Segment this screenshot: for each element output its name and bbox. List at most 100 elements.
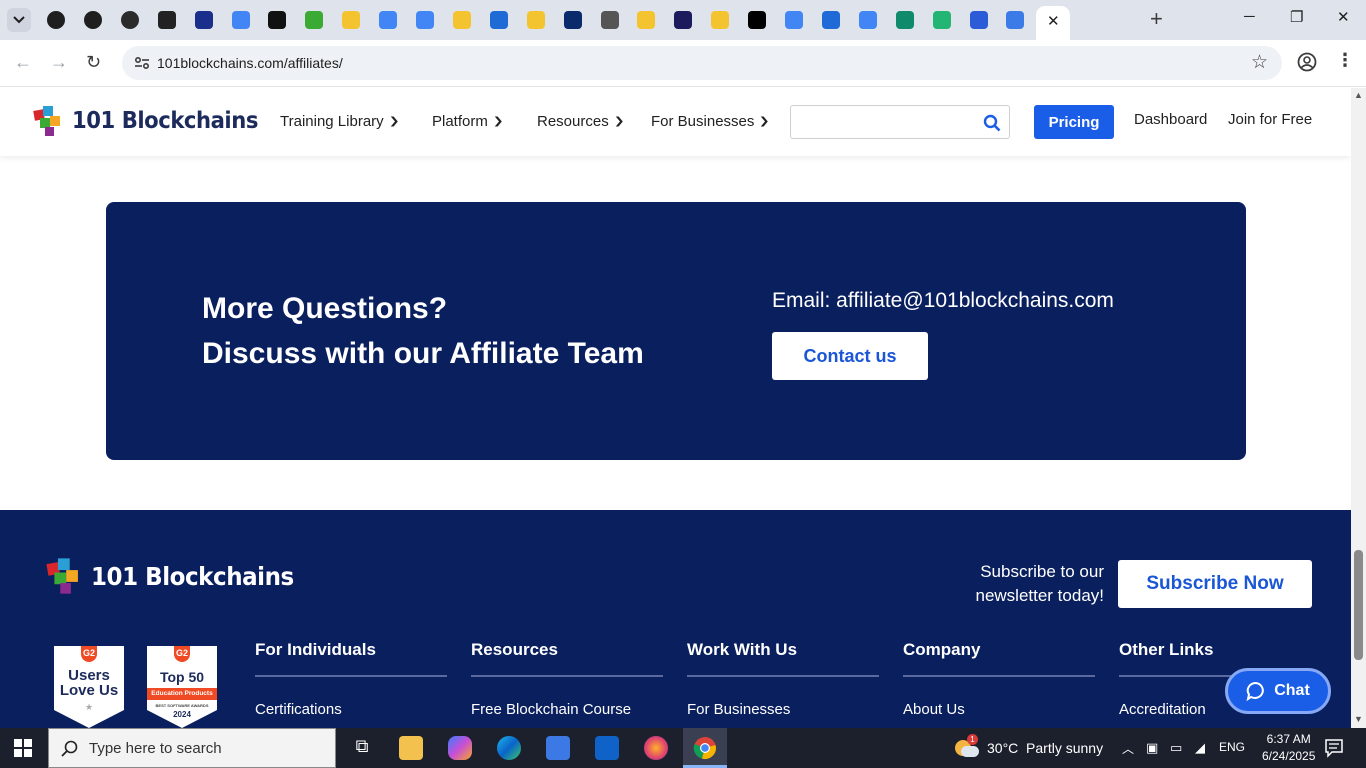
- footer-link[interactable]: Certifications: [255, 701, 447, 718]
- site-search-input[interactable]: [790, 105, 1010, 139]
- tab-favicon[interactable]: [932, 11, 951, 29]
- profile-icon[interactable]: [1297, 52, 1317, 72]
- contact-us-button[interactable]: Contact us: [772, 332, 928, 380]
- join-free-link[interactable]: Join for Free: [1228, 111, 1312, 128]
- scroll-up-icon[interactable]: ▲: [1354, 90, 1363, 100]
- restore-button[interactable]: ❐: [1290, 8, 1303, 26]
- nav-label: Resources: [537, 113, 609, 130]
- scroll-thumb[interactable]: [1354, 550, 1363, 660]
- language-indicator[interactable]: ENG: [1219, 740, 1245, 754]
- close-tab-icon[interactable]: ✕: [1047, 12, 1060, 30]
- footer-col-heading: Work With Us: [687, 640, 879, 677]
- subscribe-now-button[interactable]: Subscribe Now: [1118, 560, 1312, 608]
- tab-favicon[interactable]: [489, 11, 508, 29]
- tab-favicon[interactable]: [231, 11, 250, 29]
- active-tab[interactable]: ✕: [1036, 6, 1070, 40]
- nav-resources[interactable]: Resources ❯: [537, 113, 624, 130]
- tab-favicon[interactable]: [895, 11, 914, 29]
- affiliate-email[interactable]: Email: affiliate@101blockchains.com: [772, 289, 1114, 313]
- url-text[interactable]: 101blockchains.com/affiliates/: [157, 55, 343, 71]
- tab-favicon[interactable]: [785, 11, 803, 29]
- site-logo[interactable]: 101 Blockchains: [32, 104, 274, 138]
- tab-favicon[interactable]: [416, 11, 434, 29]
- task-view-icon[interactable]: ⧉: [350, 736, 374, 760]
- copilot-icon[interactable]: [448, 736, 472, 760]
- reload-button[interactable]: ↻: [86, 52, 101, 73]
- tab-favicon[interactable]: [305, 11, 324, 29]
- footer-link[interactable]: About Us: [903, 701, 1095, 718]
- battery-icon[interactable]: ▭: [1170, 740, 1182, 756]
- badge-ribbon: Education Products: [147, 688, 217, 700]
- tab-favicon[interactable]: [83, 11, 102, 29]
- nav-platform[interactable]: Platform ❯: [432, 113, 504, 130]
- address-bar[interactable]: 101blockchains.com/affiliates/ ☆: [122, 46, 1282, 80]
- tab-favicon[interactable]: [452, 11, 471, 29]
- tab-search-button[interactable]: [7, 8, 31, 32]
- tab-favicon[interactable]: [342, 11, 361, 29]
- system-clock[interactable]: 6:37 AM 6/24/2025: [1262, 731, 1315, 765]
- tab-favicon[interactable]: [526, 11, 545, 29]
- tab-favicon[interactable]: [47, 11, 65, 29]
- chat-bubble-icon: [1246, 681, 1265, 701]
- page-viewport: 101 Blockchains Training Library ❯ Platfo…: [0, 88, 1351, 728]
- clock-date: 6/24/2025: [1262, 749, 1316, 763]
- outlook-icon[interactable]: [595, 736, 619, 760]
- show-hidden-icons[interactable]: ︿: [1122, 740, 1134, 757]
- chat-label: Chat: [1274, 682, 1310, 699]
- tab-favicon[interactable]: [120, 11, 139, 29]
- tab-favicon[interactable]: [821, 11, 840, 29]
- g2-logo: G2: [174, 646, 190, 662]
- tab-favicon[interactable]: [969, 11, 988, 29]
- pricing-button[interactable]: Pricing: [1034, 105, 1114, 139]
- site-footer: 101 Blockchains Subscribe to our newslet…: [0, 510, 1351, 728]
- tab-favicon[interactable]: [157, 11, 176, 29]
- tab-favicon[interactable]: [379, 11, 398, 29]
- forward-button[interactable]: →: [50, 52, 68, 73]
- weather-alert-badge: 1: [967, 734, 978, 745]
- tab-favicon[interactable]: [600, 11, 619, 29]
- file-explorer-icon[interactable]: [399, 736, 423, 760]
- g2-logo: G2: [81, 646, 97, 662]
- meet-now-icon[interactable]: ▣: [1146, 740, 1158, 756]
- chrome-taskbar-button[interactable]: [683, 728, 727, 768]
- store-icon[interactable]: [546, 736, 570, 760]
- minimize-button[interactable]: ─: [1244, 8, 1255, 25]
- subscribe-text: Subscribe to our newsletter today!: [975, 562, 1104, 605]
- edge-icon[interactable]: [497, 736, 521, 760]
- new-tab-button[interactable]: +: [1150, 7, 1163, 31]
- nav-for-businesses[interactable]: For Businesses ❯: [651, 113, 770, 130]
- dashboard-link[interactable]: Dashboard: [1134, 111, 1207, 128]
- browser-menu-icon[interactable]: ⋮: [1336, 50, 1354, 71]
- nav-training-library[interactable]: Training Library ❯: [280, 113, 399, 130]
- banner-heading: More Questions? Discuss with our Affilia…: [202, 286, 644, 376]
- footer-col-heading: Resources: [471, 640, 663, 677]
- footer-link[interactable]: For Businesses: [687, 701, 879, 718]
- tab-favicon[interactable]: [637, 11, 656, 29]
- close-window-button[interactable]: ✕: [1337, 8, 1350, 26]
- windows-start-icon[interactable]: [14, 739, 32, 757]
- network-icon[interactable]: ◢: [1195, 740, 1205, 756]
- tab-favicon[interactable]: [194, 11, 213, 29]
- footer-link[interactable]: Free Blockchain Course: [471, 701, 663, 718]
- tab-favicon[interactable]: [674, 11, 693, 29]
- notifications-icon[interactable]: [1324, 738, 1344, 758]
- tab-favicon[interactable]: [563, 11, 582, 29]
- footer-logo[interactable]: 101 Blockchains: [45, 556, 311, 596]
- tab-favicon[interactable]: [858, 11, 877, 29]
- tab-favicon[interactable]: [268, 11, 287, 29]
- back-button[interactable]: ←: [14, 52, 32, 73]
- bookmark-star-icon[interactable]: ☆: [1251, 51, 1268, 74]
- taskbar-search-box[interactable]: Type here to search: [48, 728, 336, 768]
- tab-favicon[interactable]: [1006, 11, 1025, 29]
- site-info-icon[interactable]: [134, 55, 150, 71]
- weather-text: 30°C Partly sunny: [987, 740, 1104, 756]
- page-scrollbar[interactable]: ▲ ▼: [1351, 88, 1366, 728]
- tab-favicon[interactable]: [748, 11, 767, 29]
- scroll-down-icon[interactable]: ▼: [1354, 714, 1363, 724]
- nav-label: Training Library: [280, 113, 384, 130]
- tab-favicon[interactable]: [711, 11, 730, 29]
- weather-widget[interactable]: 1 30°C Partly sunny: [955, 734, 1104, 758]
- chat-button[interactable]: Chat: [1225, 668, 1331, 714]
- search-icon[interactable]: [983, 114, 1001, 132]
- firefox-icon[interactable]: [644, 736, 668, 760]
